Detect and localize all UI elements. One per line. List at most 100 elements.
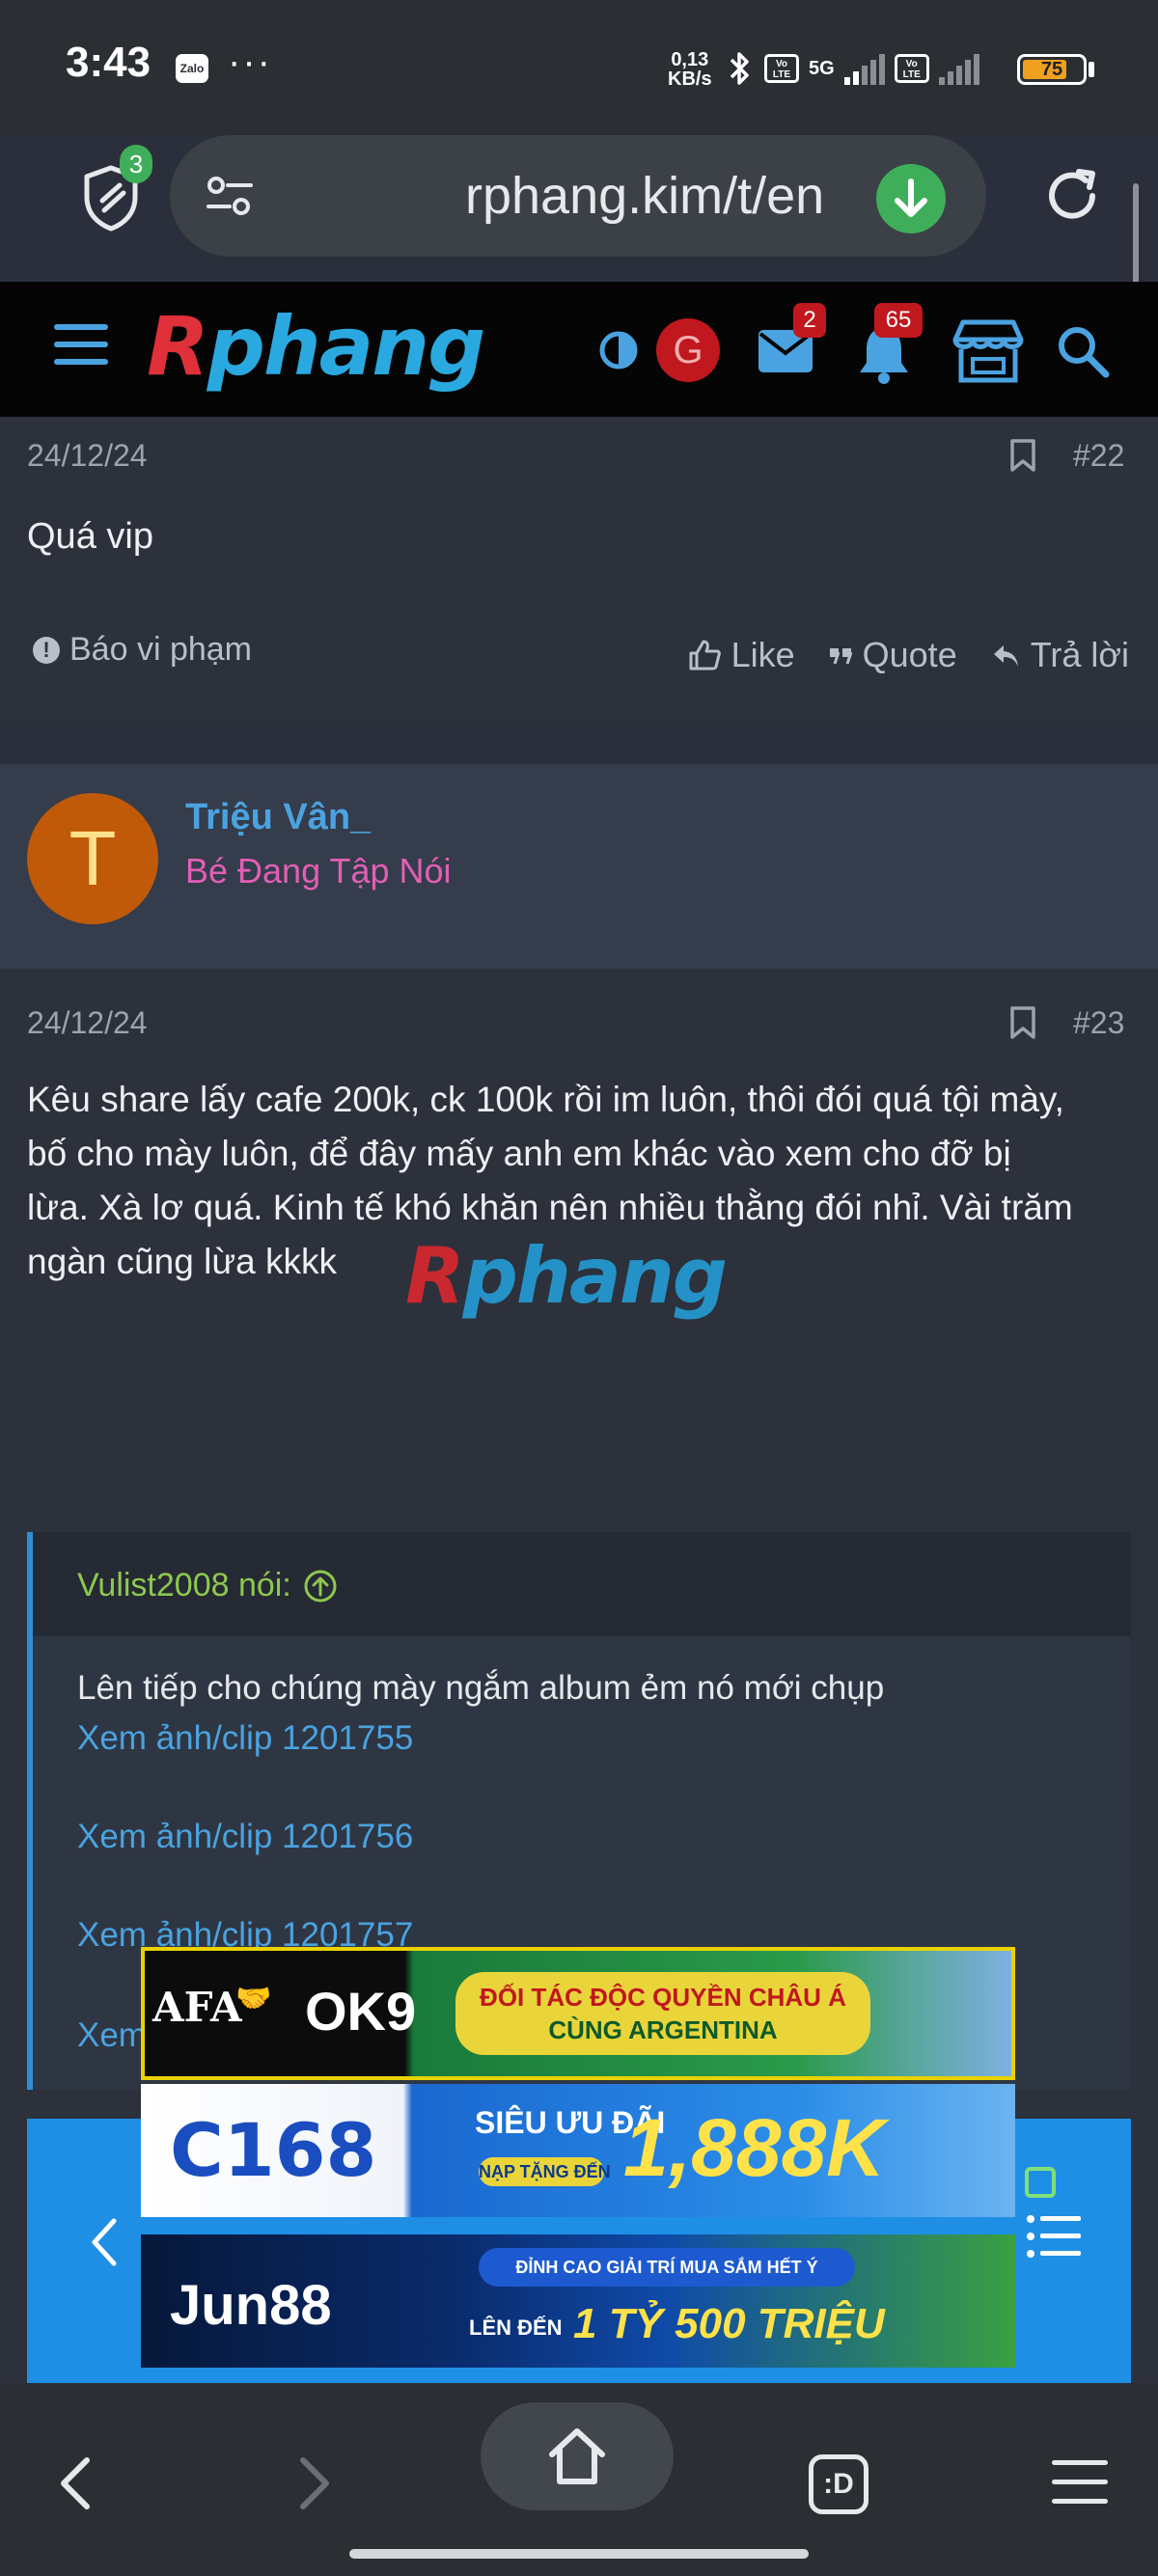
post-date[interactable]: 24/12/24	[27, 1005, 148, 1041]
account-avatar[interactable]: G	[656, 318, 720, 382]
post-date[interactable]: 24/12/24	[27, 438, 148, 474]
site-logo[interactable]: Rphang	[147, 293, 486, 399]
tune-icon[interactable]	[205, 172, 255, 220]
network-speed-value: 0,13	[671, 49, 709, 70]
signal-bars-icon-2	[938, 52, 979, 85]
report-icon: !	[33, 636, 60, 664]
post-body-line: lừa. Xà lơ quá. Kinh tế khó khăn nên nhi…	[27, 1188, 1073, 1227]
store-icon[interactable]	[950, 316, 1027, 386]
battery-icon: 75	[1017, 54, 1087, 85]
list-icon[interactable]	[1025, 2211, 1083, 2261]
ad-banner-jun88[interactable]: Jun88 ĐỈNH CAO GIẢI TRÍ MUA SẮM HẾT Ý LÊ…	[141, 2234, 1015, 2368]
report-button[interactable]: ! Báo vi phạm	[33, 631, 252, 669]
bookmark-icon[interactable]	[1009, 1005, 1036, 1040]
ad-brand: C168	[170, 2107, 377, 2193]
watermark-r: R	[405, 1231, 465, 1321]
ad-slogan: ĐỐI TÁC ĐỘC QUYỀN CHÂU Á CÙNG ARGENTINA	[455, 1972, 870, 2055]
contrast-icon[interactable]	[598, 330, 639, 370]
ad-promo-amount: 1 TỶ 500 TRIỆU	[573, 2300, 885, 2347]
ad-brand: OK9	[305, 1981, 417, 2042]
user-title: Bé Đang Tập Nói	[185, 851, 452, 891]
post-actions: Like Quote Trả lời	[687, 635, 1129, 675]
home-icon	[549, 2428, 605, 2484]
post-number[interactable]: #23	[1073, 1005, 1124, 1041]
bookmark-icon[interactable]	[1009, 438, 1036, 473]
status-icons: Vo LTE 5G Vo LTE	[726, 46, 979, 91]
address-bar[interactable]: rphang.kim/t/en	[170, 135, 986, 257]
ad-promo-top: ĐỈNH CAO GIẢI TRÍ MUA SẮM HẾT Ý	[479, 2248, 855, 2287]
post-author: T Triệu Vân_ Bé Đang Tập Nói	[0, 764, 1158, 969]
post: 24/12/24 #22 Quá vip ! Báo vi phạm Like …	[0, 417, 1158, 722]
ad-promo-sub: NẠP TẶNG ĐẾN	[479, 2157, 611, 2186]
reply-label: Trả lời	[1030, 635, 1129, 674]
menu-icon[interactable]	[1052, 2460, 1108, 2505]
media-link[interactable]: Xem ảnh/clip 1201755	[77, 1719, 413, 1758]
quote-author-label: Vulist2008 nói:	[77, 1567, 291, 1603]
signal-bars-icon-1	[843, 52, 885, 85]
ad-brand: Jun88	[170, 2274, 332, 2337]
ad-promo-sub: LÊN ĐẾN	[469, 2316, 563, 2340]
like-icon	[689, 640, 721, 671]
logo-rest: phang	[207, 299, 486, 394]
ad-left-badge: AFA	[152, 1984, 242, 2031]
status-time: 3:43	[66, 39, 152, 86]
forward-icon[interactable]	[293, 2454, 336, 2512]
reply-button[interactable]: Trả lời	[990, 635, 1129, 675]
ad-banner-c168[interactable]: C168 SIÊU ƯU ĐÃI NẠP TẶNG ĐẾN 1,888K	[141, 2084, 1015, 2217]
avatar[interactable]: T	[27, 793, 158, 924]
arrow-up-circle-icon[interactable]	[303, 1569, 338, 1603]
battery-percent: 75	[1040, 59, 1063, 80]
network-speed-unit: KB/s	[668, 69, 712, 90]
volte-icon-1: Vo LTE	[764, 54, 799, 83]
ad-slogan-line: ĐỐI TÁC ĐỘC QUYỀN CHÂU Á	[480, 1983, 846, 2012]
logo-r: R	[147, 299, 209, 394]
quote-label: Quote	[862, 635, 957, 674]
site-header: Rphang G 2 65	[0, 282, 1158, 417]
handshake-icon: 🤝	[235, 1983, 272, 2014]
notification-badge: 65	[874, 303, 923, 338]
quote-author[interactable]: Vulist2008 nói:	[77, 1567, 338, 1604]
reload-icon[interactable]	[1040, 164, 1104, 228]
chevron-left-icon[interactable]	[85, 2213, 124, 2271]
quote-icon	[829, 648, 853, 665]
post-body-line: Kêu share lấy cafe 200k, ck 100k rồi im …	[27, 1080, 1064, 1119]
watermark-rest: phang	[462, 1231, 728, 1321]
network-speed: 0,13 KB/s	[668, 50, 712, 89]
status-bar: 3:43 Zalo ··· 0,13 KB/s Vo LTE 5G Vo LTE…	[0, 0, 1158, 232]
network-type: 5G	[809, 57, 835, 79]
back-icon[interactable]	[54, 2454, 96, 2512]
hamburger-icon[interactable]	[54, 324, 108, 370]
post-body-line: bố cho mày luôn, để đây mấy anh em khác …	[27, 1134, 1011, 1173]
home-button[interactable]	[481, 2402, 674, 2510]
more-notifications-icon: ···	[228, 41, 272, 83]
ad-banner-ok9[interactable]: AFA 🤝 OK9 ĐỐI TÁC ĐỘC QUYỀN CHÂU Á CÙNG …	[141, 1947, 1015, 2080]
report-label: Báo vi phạm	[69, 631, 252, 668]
browser-bottom-nav: :D	[0, 2383, 1158, 2576]
battery-tip	[1089, 62, 1094, 77]
tabs-icon[interactable]: :D	[809, 2454, 868, 2514]
gesture-bar[interactable]	[349, 2549, 809, 2559]
mail-badge: 2	[793, 303, 826, 338]
media-link[interactable]: Xem ảnh/clip 1201756	[77, 1818, 413, 1856]
post-body: Quá vip	[27, 516, 153, 557]
post-number[interactable]: #22	[1073, 438, 1124, 474]
ad-promo-amount: 1,888K	[623, 2102, 885, 2193]
battery-glyph-icon	[1025, 2167, 1056, 2198]
media-link[interactable]: Xem	[77, 2016, 147, 2055]
shield-count-badge: 3	[120, 145, 152, 183]
download-icon[interactable]	[876, 164, 946, 233]
quote-header: Vulist2008 nói:	[33, 1532, 1131, 1636]
url-text[interactable]: rphang.kim/t/en	[465, 166, 824, 226]
watermark-logo: Rphang	[405, 1231, 728, 1321]
ad-slogan-line: CÙNG ARGENTINA	[548, 2015, 778, 2044]
volte-icon-2: Vo LTE	[894, 54, 929, 83]
username[interactable]: Triệu Vân_	[185, 797, 371, 838]
bluetooth-icon	[730, 52, 749, 85]
like-label: Like	[731, 635, 795, 674]
like-button[interactable]: Like	[687, 635, 795, 675]
quote-button[interactable]: Quote	[828, 635, 957, 675]
reply-icon	[993, 645, 1018, 667]
zalo-notification-icon: Zalo	[176, 54, 208, 83]
search-icon[interactable]	[1056, 324, 1110, 378]
quote-text: Lên tiếp cho chúng mày ngắm album ẻm nó …	[77, 1669, 885, 1707]
